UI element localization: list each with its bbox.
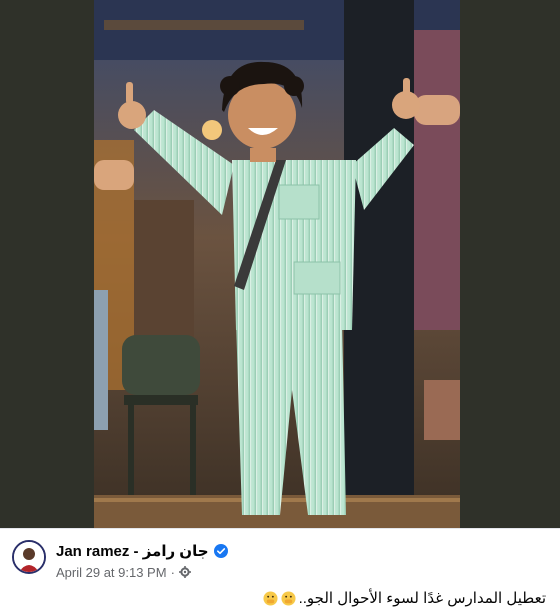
avatar-image — [14, 542, 44, 572]
post-meta: April 29 at 9:13 PM · — [56, 563, 191, 581]
post-caption: تعطيل المدارس غدًا لسوء الأحوال الجو.. — [263, 588, 546, 608]
face-with-hand-over-mouth-emoji — [263, 590, 278, 606]
author-row: Jan ramez - جان رامز — [56, 541, 228, 561]
verified-badge-icon — [213, 544, 228, 558]
caption-text: تعطيل المدارس غدًا لسوء الأحوال الجو.. — [298, 590, 546, 607]
author-name[interactable]: Jan ramez - جان رامز — [56, 542, 209, 560]
gear-icon[interactable] — [178, 566, 191, 578]
face-with-hand-over-mouth-emoji — [281, 590, 296, 606]
post-photo[interactable] — [94, 0, 460, 528]
post-photo-area[interactable] — [0, 0, 560, 528]
author-avatar[interactable] — [12, 540, 46, 574]
photo-illustration — [94, 0, 460, 528]
post-timestamp[interactable]: April 29 at 9:13 PM — [56, 565, 167, 580]
meta-separator: · — [170, 564, 175, 580]
